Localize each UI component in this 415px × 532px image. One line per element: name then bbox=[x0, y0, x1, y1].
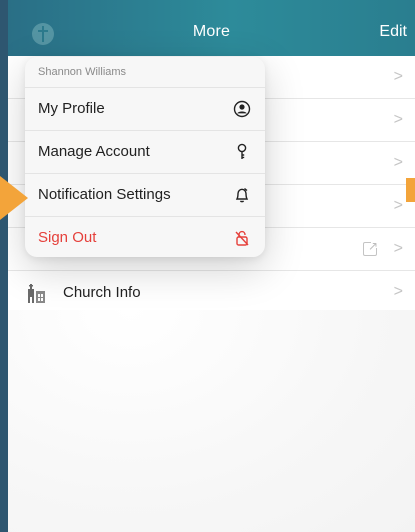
chevron-right-icon: > bbox=[393, 154, 403, 171]
page-title: More bbox=[192, 23, 231, 40]
highlight-marker-right bbox=[406, 178, 415, 202]
profile-icon bbox=[233, 100, 251, 118]
top-navigation-bar: More Edit bbox=[8, 0, 415, 64]
external-arrow-icon: ↗ bbox=[367, 239, 378, 253]
account-menu-popover: Shannon Williams My Profile Manage Accou… bbox=[25, 57, 265, 257]
church-info-label: Church Info bbox=[63, 284, 141, 301]
menu-item-label: Manage Account bbox=[38, 143, 150, 160]
menu-item-label: My Profile bbox=[38, 100, 105, 117]
list-item-church-info[interactable]: Church Info > bbox=[8, 271, 415, 314]
menu-item-my-profile[interactable]: My Profile bbox=[25, 88, 265, 131]
key-icon bbox=[237, 143, 247, 159]
menu-item-label: Notification Settings bbox=[38, 186, 171, 203]
menu-item-label: Sign Out bbox=[38, 229, 97, 246]
lock-off-icon bbox=[235, 230, 249, 246]
chevron-right-icon: > bbox=[393, 197, 403, 214]
window-left-border bbox=[0, 0, 8, 532]
app-frame: More Edit > > > > ↗ > Church Info > Shan… bbox=[0, 0, 415, 532]
chevron-right-icon: > bbox=[393, 111, 403, 128]
church-icon bbox=[28, 284, 45, 303]
menu-item-manage-account[interactable]: Manage Account bbox=[25, 131, 265, 174]
menu-item-notification-settings[interactable]: Notification Settings bbox=[25, 174, 265, 217]
menu-item-sign-out[interactable]: Sign Out bbox=[25, 217, 265, 257]
chevron-right-icon: > bbox=[393, 240, 403, 257]
empty-content-area bbox=[8, 310, 415, 532]
edit-button[interactable]: Edit bbox=[379, 23, 407, 41]
highlight-arrow-left bbox=[0, 176, 28, 220]
chevron-right-icon: > bbox=[393, 68, 403, 85]
bell-icon bbox=[235, 187, 249, 203]
chevron-right-icon: > bbox=[393, 283, 403, 300]
menu-user-name: Shannon Williams bbox=[25, 57, 265, 88]
more-screen: More Edit > > > > ↗ > Church Info > Shan… bbox=[8, 0, 415, 532]
